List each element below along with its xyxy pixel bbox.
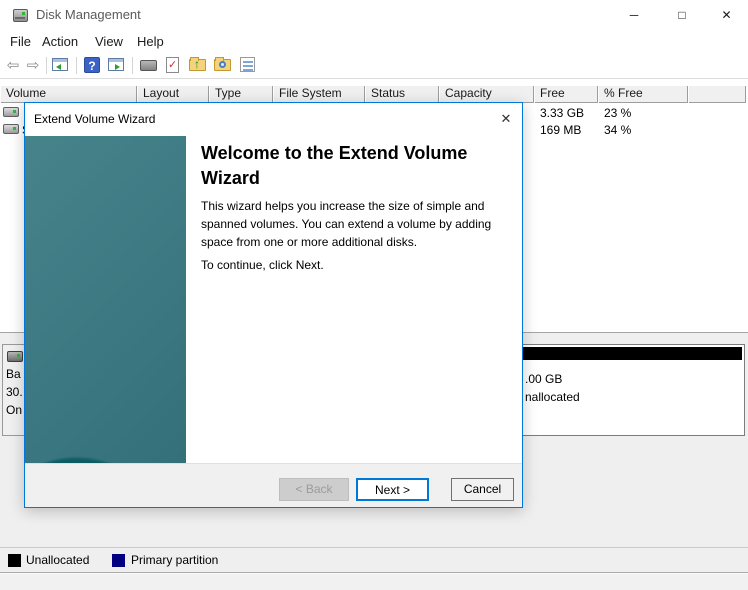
col-filesystem[interactable]: File System — [273, 85, 365, 103]
cancel-button[interactable]: Cancel — [451, 478, 514, 501]
col-freespace[interactable]: Free Spa... — [534, 85, 598, 117]
volume-icon — [3, 107, 19, 117]
wizard-cta-text: To continue, click Next. — [201, 258, 324, 272]
magnifier-icon — [219, 61, 226, 68]
wizard-body-line: spanned volumes. You can extend a volume… — [201, 217, 492, 231]
help-icon[interactable]: ? — [84, 57, 100, 73]
show-console-tree-icon[interactable] — [52, 58, 68, 71]
app-icon-led — [22, 12, 25, 15]
col-type[interactable]: Type — [209, 85, 273, 103]
back-icon[interactable]: ⇦ — [3, 56, 23, 76]
col-volume[interactable]: Volume — [0, 85, 137, 103]
task-list-icon[interactable] — [240, 57, 255, 72]
free-space-value: 169 MB — [540, 123, 582, 137]
unallocated-size-text: .00 GB — [525, 372, 563, 386]
percent-free-value: 34 % — [604, 123, 632, 137]
status-bar — [0, 572, 748, 590]
wizard-sidebar-graphic — [25, 136, 186, 463]
col-layout[interactable]: Layout — [137, 85, 209, 103]
dialog-footer — [25, 463, 522, 507]
unallocated-label-text: nallocated — [525, 390, 580, 404]
legend-bar: Unallocated Primary partition — [0, 547, 748, 572]
forward-icon[interactable]: ⇨ — [23, 56, 43, 76]
properties-icon[interactable] — [140, 60, 157, 71]
menu-view[interactable]: View — [95, 30, 123, 54]
col-filler — [688, 85, 746, 103]
volume-list-header: Volume Layout Type File System Status Ca… — [0, 85, 746, 117]
unallocated-swatch — [8, 554, 21, 567]
toolbar-separator — [46, 57, 47, 74]
col-status[interactable]: Status — [365, 85, 439, 103]
check-page-icon[interactable]: ✓ — [166, 57, 179, 73]
menu-bar: File Action View Help — [0, 30, 748, 54]
back-button: < Back — [279, 478, 349, 501]
disk-icon — [7, 351, 23, 362]
volume-icon — [3, 124, 19, 134]
toolbar-separator — [132, 57, 133, 74]
toolbar: ⇦ ⇨ ? ✓ ↑ — [0, 54, 748, 79]
wizard-body-line: This wizard helps you increase the size … — [201, 199, 485, 213]
maximize-button[interactable]: □ — [659, 0, 705, 30]
toolbar-separator — [76, 57, 77, 74]
primary-partition-swatch — [112, 554, 125, 567]
menu-file[interactable]: File — [10, 30, 31, 54]
folder-find-icon[interactable] — [214, 57, 231, 71]
close-button[interactable]: ✕ — [705, 0, 748, 30]
col-percentfree[interactable]: % Free — [598, 85, 688, 103]
dialog-title: Extend Volume Wizard — [34, 112, 156, 126]
menu-help[interactable]: Help — [137, 30, 164, 54]
minimize-button[interactable]: ─ — [611, 0, 657, 30]
disk-management-window: Disk Management ─ □ ✕ File Action View H… — [0, 0, 748, 590]
col-capacity[interactable]: Capacity — [439, 85, 534, 103]
legend-unallocated-label: Unallocated — [26, 553, 90, 567]
window-title: Disk Management — [36, 7, 141, 22]
show-action-pane-icon[interactable] — [108, 58, 124, 71]
menu-action[interactable]: Action — [42, 30, 78, 54]
wizard-body-line: space from one or more additional disks. — [201, 235, 418, 249]
next-button[interactable]: Next > — [356, 478, 429, 501]
title-bar: Disk Management ─ □ ✕ — [0, 0, 748, 30]
dialog-close-icon[interactable]: ✕ — [492, 105, 520, 133]
disk-status-text: On — [6, 403, 23, 417]
wizard-heading: Welcome to the Extend Volume Wizard — [201, 143, 468, 188]
free-space-value: 3.33 GB — [540, 106, 585, 120]
app-icon-slot — [15, 17, 25, 19]
dialog-title-bar[interactable]: Extend Volume Wizard ✕ — [25, 103, 522, 136]
folder-up-icon[interactable]: ↑ — [189, 57, 206, 71]
percent-free-value: 23 % — [604, 106, 632, 120]
legend-primary-label: Primary partition — [131, 553, 219, 567]
disk-type-text: Ba — [6, 367, 21, 381]
extend-volume-wizard-dialog: Extend Volume Wizard ✕ Welcome to the Ex… — [24, 102, 523, 508]
app-icon — [13, 9, 28, 22]
disk-size-text: 30. — [6, 385, 23, 399]
